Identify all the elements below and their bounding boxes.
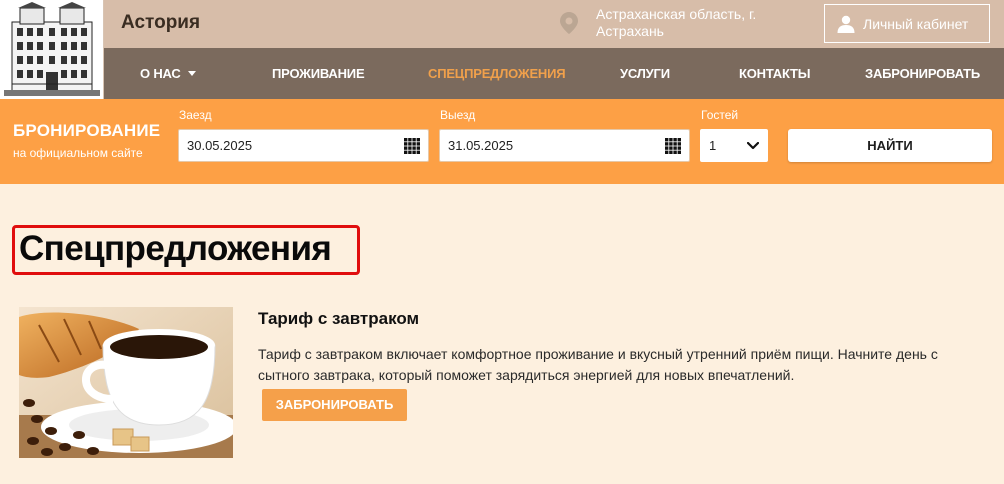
nav-item-book[interactable]: ЗАБРОНИРОВАТЬ — [865, 48, 980, 99]
checkin-date-field[interactable]: 30.05.2025 — [178, 129, 429, 162]
guests-select[interactable]: 1 — [700, 129, 768, 162]
offer-image[interactable] — [19, 307, 233, 458]
hotel-building-image — [0, 0, 103, 99]
nav-item-accommodation[interactable]: ПРОЖИВАНИЕ — [272, 48, 365, 99]
page-title: Спецпредложения — [19, 229, 332, 268]
personal-account-label: Личный кабинет — [863, 15, 969, 32]
hotel-name: Астория — [121, 12, 201, 33]
hotel-location: Астраханская область, г. Астрахань — [596, 6, 757, 39]
nav-item-about-label: О НАС — [140, 66, 181, 81]
hotel-logo[interactable] — [0, 0, 104, 99]
map-pin-icon — [560, 12, 578, 34]
checkin-date-value: 30.05.2025 — [187, 138, 253, 153]
offer-book-button[interactable]: ЗАБРОНИРОВАТЬ — [262, 389, 407, 421]
offer-title: Тариф с завтраком — [258, 309, 420, 328]
chevron-down-icon — [747, 141, 759, 149]
personal-account-button[interactable]: Личный кабинет — [824, 4, 990, 43]
guests-label: Гостей — [701, 108, 739, 122]
main-navigation: О НАС ПРОЖИВАНИЕ СПЕЦПРЕДЛОЖЕНИЯ УСЛУГИ … — [104, 48, 1004, 99]
nav-item-contacts[interactable]: КОНТАКТЫ — [739, 48, 810, 99]
booking-title: БРОНИРОВАНИЕ — [13, 121, 161, 140]
top-bar: Астория Астраханская область, г. Астраха… — [104, 0, 1004, 48]
calendar-grid-icon — [665, 137, 681, 154]
offer-description: Тариф с завтраком включает комфортное пр… — [258, 346, 938, 383]
calendar-grid-icon — [404, 137, 420, 154]
checkout-date-field[interactable]: 31.05.2025 — [439, 129, 690, 162]
find-button[interactable]: НАЙТИ — [788, 129, 992, 162]
booking-subtitle: на официальном сайте — [13, 146, 143, 160]
nav-item-special-offers[interactable]: СПЕЦПРЕДЛОЖЕНИЯ — [428, 48, 566, 99]
user-icon — [837, 15, 855, 33]
checkin-label: Заезд — [179, 108, 212, 122]
guests-value: 1 — [709, 138, 717, 153]
checkout-label: Выезд — [440, 108, 476, 122]
chevron-down-icon — [187, 71, 196, 76]
nav-item-services[interactable]: УСЛУГИ — [620, 48, 670, 99]
nav-item-about[interactable]: О НАС — [140, 48, 196, 99]
coffee-croissant-image — [19, 307, 233, 458]
checkout-date-value: 31.05.2025 — [448, 138, 514, 153]
booking-bar: БРОНИРОВАНИЕ на официальном сайте Заезд … — [0, 99, 1004, 184]
